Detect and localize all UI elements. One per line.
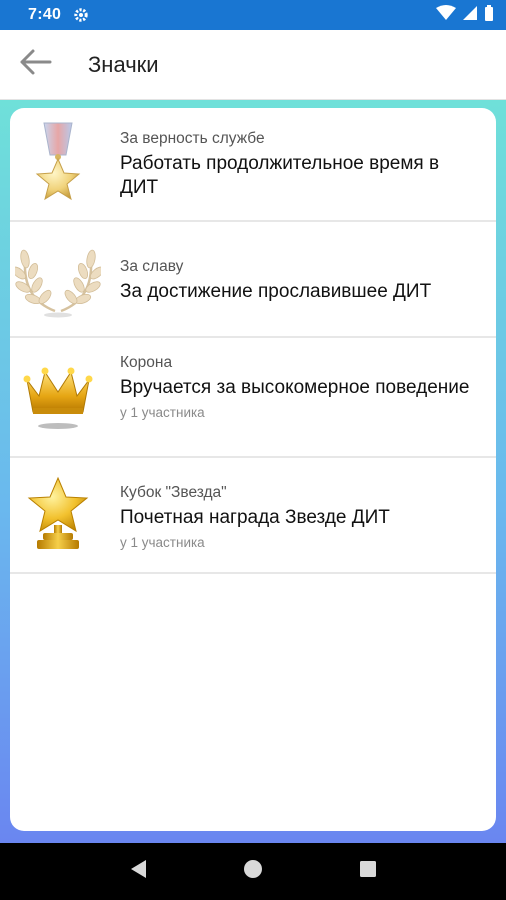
status-bar: 7:40 — [0, 0, 506, 30]
battery-icon — [484, 4, 494, 26]
badge-description: Работать продолжительное время в ДИТ — [120, 153, 440, 198]
crown-icon — [10, 338, 106, 456]
laurel-wreath-icon — [10, 222, 106, 336]
recents-square-icon — [359, 860, 377, 883]
badge-row[interactable]: За верность службе Работать продолжитель… — [10, 108, 496, 222]
wifi-icon — [436, 4, 456, 26]
badge-description: Вручается за высокомерное поведение — [120, 377, 470, 398]
badge-participant-count: у 1 участника — [120, 405, 205, 420]
app-bar: Значки — [0, 30, 506, 100]
back-triangle-icon — [128, 858, 148, 885]
badge-row[interactable]: Корона Вручается за высокомерное поведен… — [10, 338, 496, 458]
arrow-left-icon — [18, 48, 52, 81]
badge-name: За славу — [120, 258, 184, 275]
badge-row[interactable]: За славу За достижение прославившее ДИТ — [10, 222, 496, 338]
nav-recents-button[interactable] — [348, 852, 388, 892]
content-background: За верность службе Работать продолжитель… — [0, 100, 506, 843]
badges-card: За верность службе Работать продолжитель… — [10, 108, 496, 831]
status-time: 7:40 — [28, 6, 62, 23]
home-circle-icon — [243, 859, 263, 884]
badge-name: За верность службе — [120, 130, 265, 147]
status-icons — [436, 4, 494, 26]
signal-icon — [462, 5, 478, 26]
back-button[interactable] — [12, 42, 58, 88]
gear-icon — [73, 7, 89, 23]
badge-participant-count: у 1 участника — [120, 535, 205, 550]
system-nav-bar — [0, 843, 506, 900]
page-title: Значки — [88, 51, 159, 77]
badge-description: Почетная награда Звезде ДИТ — [120, 507, 390, 528]
badge-row[interactable]: Кубок "Звезда" Почетная награда Звезде Д… — [10, 458, 496, 574]
medal-star-icon — [10, 108, 106, 220]
nav-home-button[interactable] — [233, 852, 273, 892]
badge-name: Кубок "Звезда" — [120, 484, 227, 501]
nav-back-button[interactable] — [118, 852, 158, 892]
badge-name: Корона — [120, 354, 173, 371]
badge-description: За достижение прославившее ДИТ — [120, 281, 432, 302]
star-trophy-icon — [10, 458, 106, 572]
